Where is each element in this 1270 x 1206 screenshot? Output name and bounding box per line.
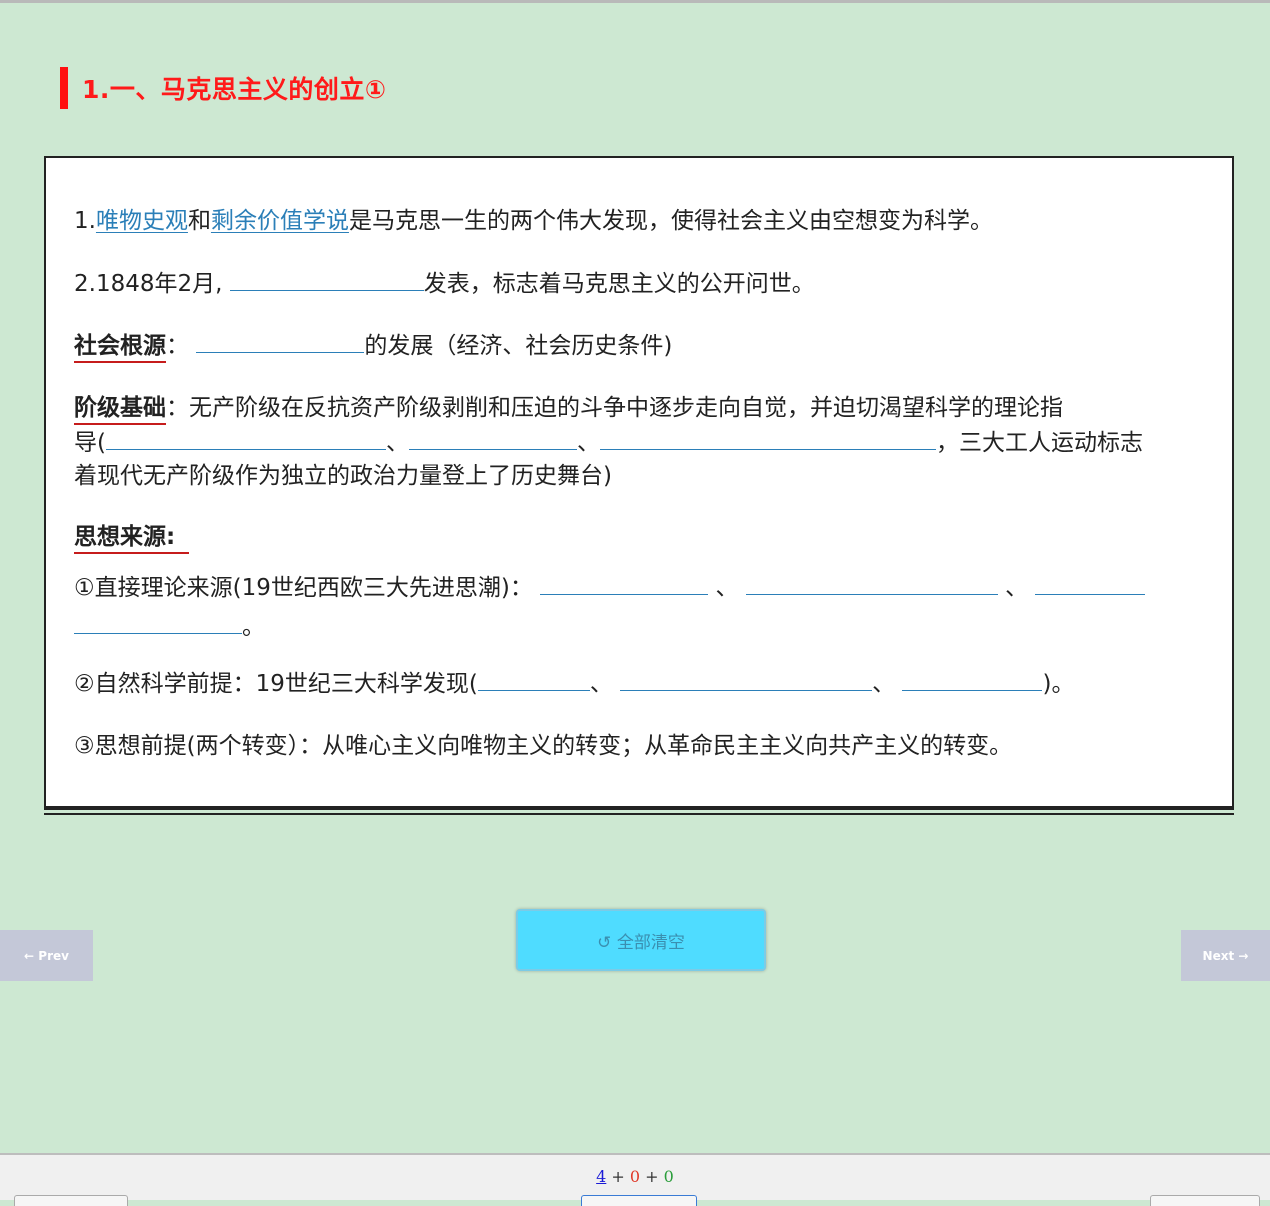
line-2-suffix: 发表，标志着马克思主义的公开问世。	[423, 271, 815, 297]
footer-bar: 4 + 0 + 0	[0, 1153, 1270, 1206]
separator: 、	[872, 671, 896, 697]
item-1-line: ①直接理论来源(19世纪西欧三大先进思潮)： 、 、	[74, 571, 1146, 605]
social-root-heading: 社会根源	[74, 332, 166, 363]
blank-workers-movement-2[interactable]	[408, 427, 577, 450]
class-basis-text-2a: 导(	[74, 430, 106, 456]
blank-german-philosophy[interactable]	[540, 572, 709, 595]
card-bottom-rule	[44, 813, 1234, 815]
footer-button-left[interactable]	[14, 1195, 128, 1206]
section-title: 1.一、马克思主义的创立①	[60, 67, 387, 109]
line-1-connector: 和	[187, 208, 211, 234]
separator: 、	[1005, 575, 1029, 601]
separator: 、	[576, 430, 600, 456]
item-1-line-2: 。	[74, 610, 265, 644]
item-2-text: ②自然科学前提：19世纪三大科学发现(	[74, 671, 478, 697]
counter-second: 0	[629, 1167, 641, 1186]
counter-third: 0	[663, 1167, 674, 1186]
clear-all-button[interactable]: ↺ 全部清空	[516, 909, 766, 971]
counter-plus: +	[640, 1167, 664, 1186]
blank-discovery-3[interactable]	[902, 668, 1043, 691]
item-1-text: ①直接理论来源(19世纪西欧三大先进思潮)：	[74, 575, 533, 601]
class-basis-text-2b: ，三大工人运动标志	[935, 430, 1143, 456]
counter-current[interactable]: 4	[596, 1167, 606, 1186]
line-1: 1.唯物史观和剩余价值学说是马克思一生的两个伟大发现，使得社会主义由空想变为科学…	[74, 204, 993, 238]
keyword-surplus-value: 剩余价值学说	[210, 208, 349, 234]
class-basis-line-1: 阶级基础：无产阶级在反抗资产阶级剥削和压迫的斗争中逐步走向自觉，并迫切渴望科学的…	[74, 391, 1063, 425]
social-root-line: 社会根源： 的发展（经济、社会历史条件)	[74, 329, 672, 363]
counter-plus: +	[606, 1167, 630, 1186]
card-bottom-rule	[44, 808, 1234, 810]
item-2-end: )。	[1042, 671, 1075, 697]
separator: 、	[715, 575, 739, 601]
line-2-prefix: 2.1848年2月,	[74, 271, 223, 297]
footer-button-middle[interactable]	[581, 1195, 697, 1206]
class-basis-line-2: 导( 、 、 ，三大工人运动标志	[74, 426, 1143, 460]
social-root-colon: ：	[166, 333, 189, 359]
blank-french-socialism-cont[interactable]	[74, 611, 242, 634]
item-3-text: ③思想前提(两个转变）：从唯心主义向唯物主义的转变；从革命民主主义向共产主义的转…	[74, 733, 1013, 759]
thought-source-line: 思想来源:	[74, 520, 190, 554]
item-1-end: 。	[242, 614, 265, 640]
blank-manifesto[interactable]	[229, 268, 424, 291]
item-3-line: ③思想前提(两个转变）：从唯心主义向唯物主义的转变；从革命民主主义向共产主义的转…	[74, 729, 1012, 763]
social-root-suffix: 的发展（经济、社会历史条件)	[364, 333, 673, 359]
thought-source-heading: 思想来源:	[74, 523, 190, 554]
slide-counter: 4 + 0 + 0	[0, 1167, 1270, 1186]
blank-english-economics[interactable]	[745, 572, 998, 595]
class-basis-line-3: 着现代无产阶级作为独立的政治力量登上了历史舞台)	[74, 459, 612, 493]
footer-button-right[interactable]	[1150, 1195, 1260, 1206]
page-title: 1.一、马克思主义的创立①	[82, 75, 387, 104]
class-basis-heading: 阶级基础	[74, 394, 166, 425]
separator: 、	[385, 430, 409, 456]
top-border	[0, 0, 1270, 3]
blank-discovery-2[interactable]	[620, 668, 873, 691]
class-basis-text-3: 着现代无产阶级作为独立的政治力量登上了历史舞台)	[74, 463, 612, 489]
blank-workers-movement-3[interactable]	[599, 427, 936, 450]
keyword-historical-materialism: 唯物史观	[95, 208, 188, 234]
blank-discovery-1[interactable]	[477, 668, 590, 691]
content-card: 1.唯物史观和剩余价值学说是马克思一生的两个伟大发现，使得社会主义由空想变为科学…	[44, 156, 1234, 808]
blank-workers-movement-1[interactable]	[105, 427, 386, 450]
prev-button[interactable]: ← Prev	[0, 930, 93, 981]
blank-french-socialism[interactable]	[1035, 572, 1146, 595]
line-2: 2.1848年2月, 发表，标志着马克思主义的公开问世。	[74, 267, 815, 301]
line-1-number: 1.	[74, 208, 96, 234]
line-1-text: 是马克思一生的两个伟大发现，使得社会主义由空想变为科学。	[348, 208, 993, 234]
class-basis-text-1: ：无产阶级在反抗资产阶级剥削和压迫的斗争中逐步走向自觉，并迫切渴望科学的理论指	[166, 395, 1063, 421]
separator: 、	[589, 671, 613, 697]
title-accent-bar	[60, 67, 68, 109]
next-button[interactable]: Next →	[1181, 930, 1270, 981]
item-2-line: ②自然科学前提：19世纪三大科学发现( 、 、 )。	[74, 667, 1074, 701]
blank-social-root[interactable]	[196, 330, 365, 353]
